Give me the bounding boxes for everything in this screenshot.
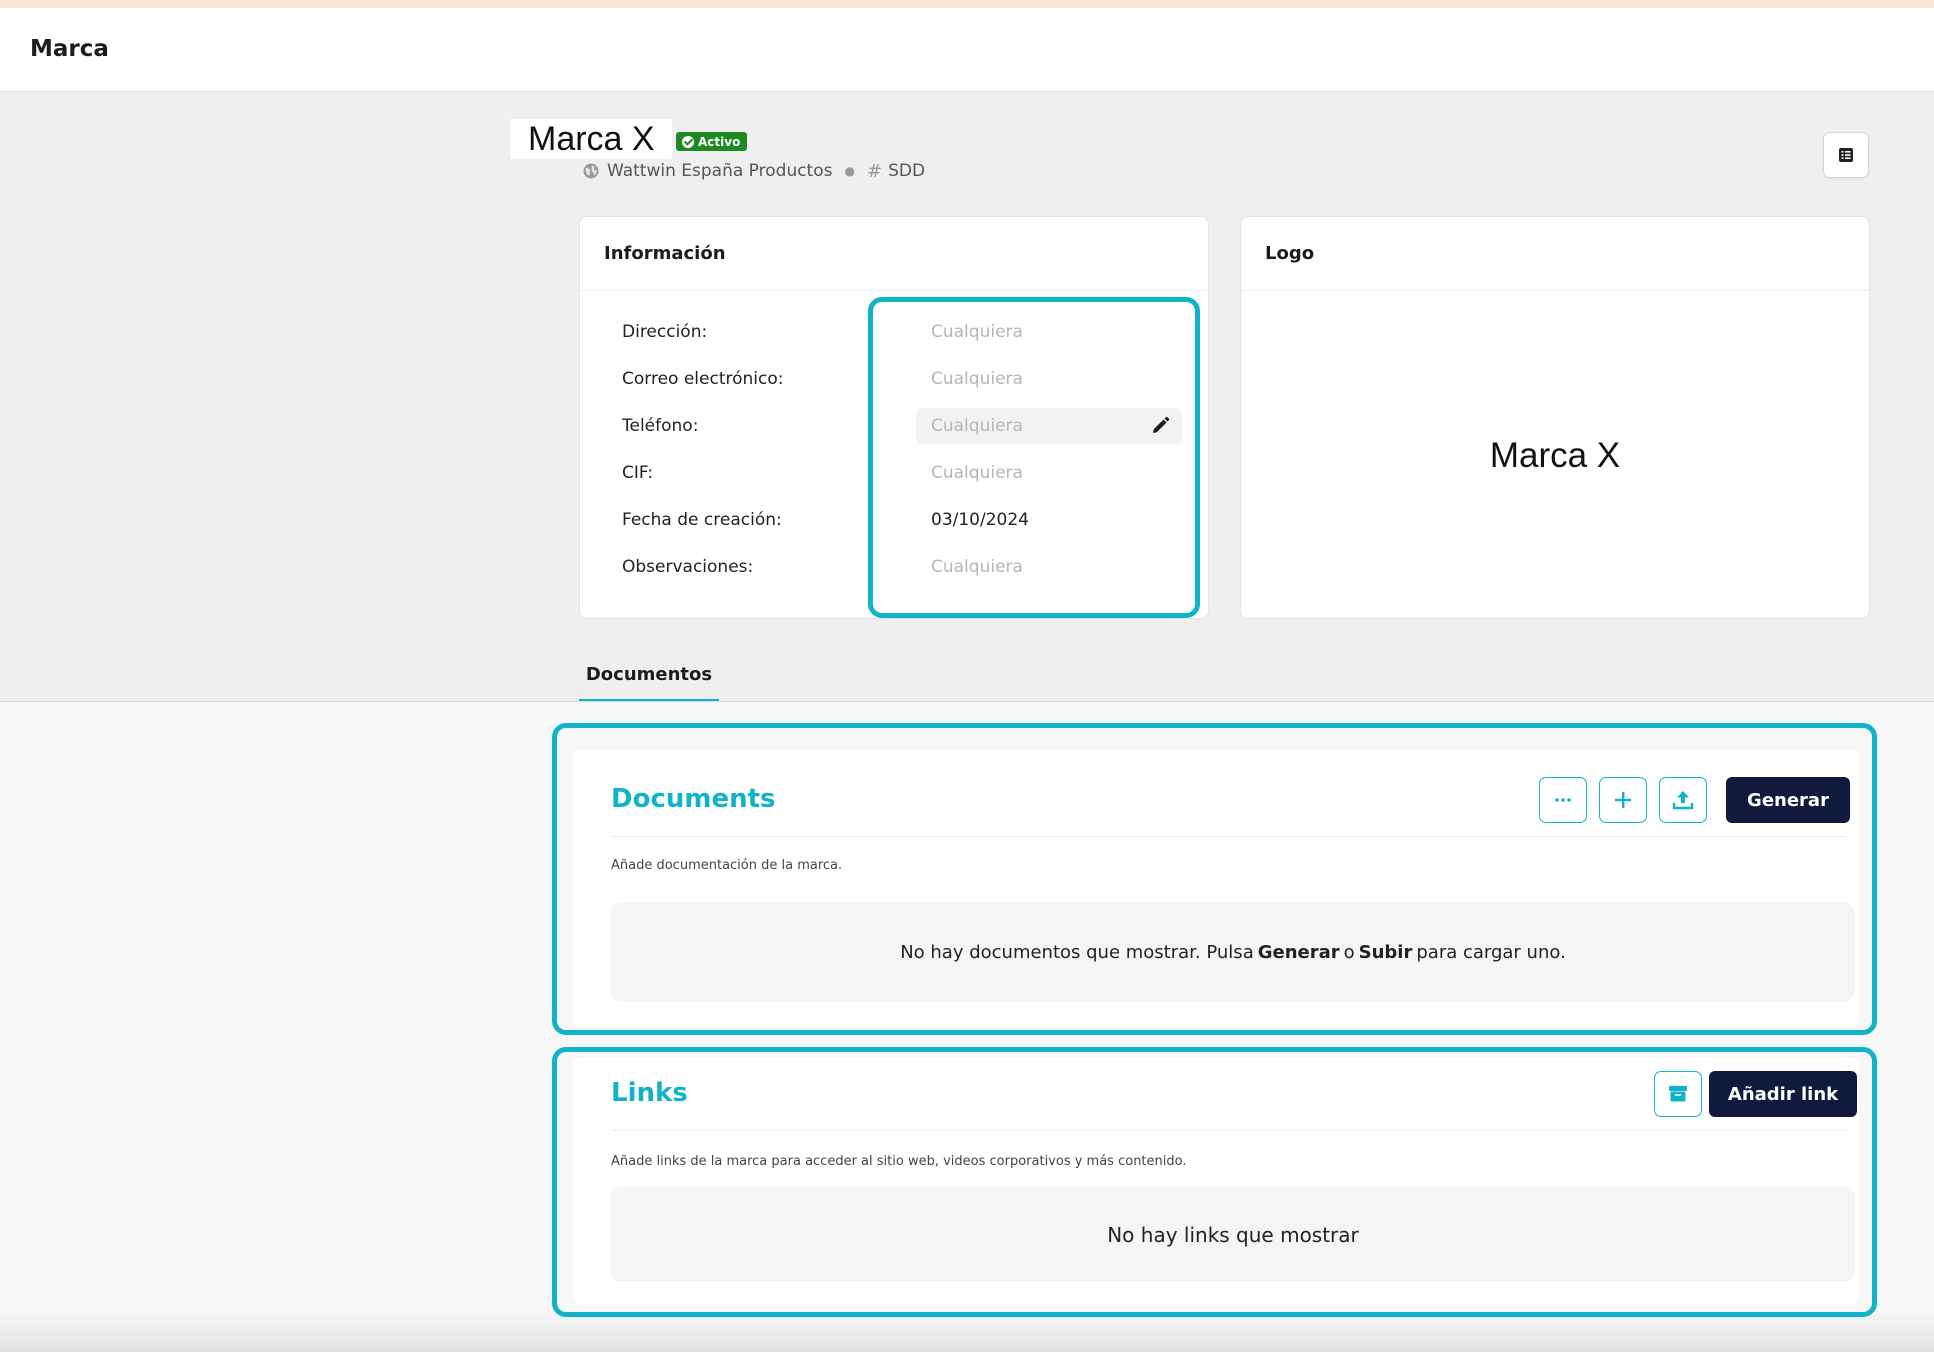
highlight-links — [552, 1047, 1877, 1317]
brand-logo[interactable]: Marca X — [1241, 291, 1869, 620]
information-card-title: Información — [580, 217, 1208, 291]
tab-divider — [0, 701, 1934, 702]
top-bar: Marca — [0, 8, 1934, 92]
check-circle-icon — [682, 135, 694, 148]
logo-card-title: Logo — [1241, 217, 1869, 291]
separator-dot: ● — [844, 164, 855, 178]
highlight-info-values — [868, 297, 1200, 618]
globe-icon — [583, 163, 599, 179]
organization-name[interactable]: Wattwin España Productos — [607, 161, 832, 181]
list-toggle-button[interactable] — [1823, 132, 1869, 178]
list-icon — [1839, 148, 1853, 162]
top-accent-line — [0, 0, 1934, 8]
status-badge: Activo — [676, 132, 748, 151]
tab-documentos[interactable]: Documentos — [579, 660, 719, 702]
logo-card: Logo Marca X — [1240, 216, 1870, 619]
page-title: Marca — [30, 36, 109, 62]
hash-icon: # — [866, 160, 883, 182]
highlight-documents — [552, 723, 1877, 1035]
brand-code: SDD — [888, 161, 926, 181]
status-label: Activo — [698, 134, 741, 149]
brand-meta: Wattwin España Productos ● # SDD — [583, 160, 925, 182]
brand-name: Marca X — [510, 119, 672, 159]
